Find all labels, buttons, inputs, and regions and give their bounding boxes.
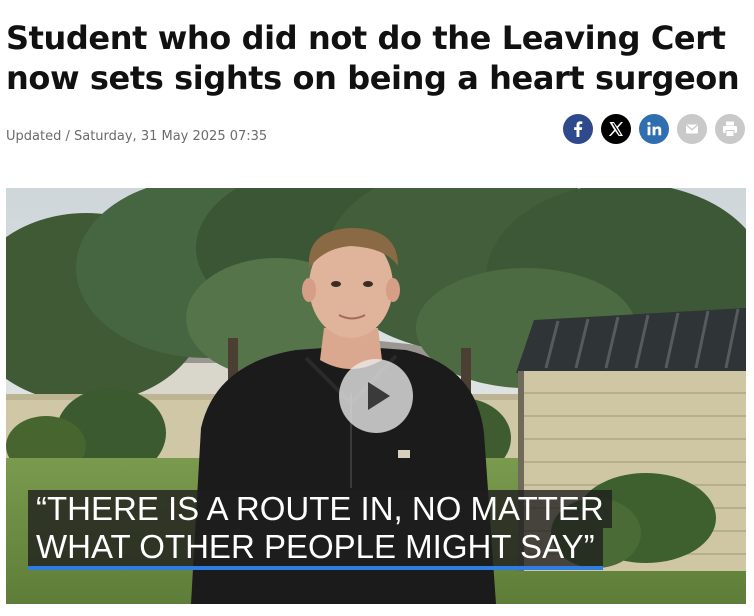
print-icon [723, 121, 737, 137]
share-bar [563, 114, 745, 144]
linkedin-icon [647, 122, 662, 136]
x-icon [608, 122, 623, 136]
facebook-icon [574, 121, 583, 137]
updated-timestamp: Updated / Saturday, 31 May 2025 07:35 [6, 129, 268, 144]
play-icon [368, 382, 390, 410]
article-headline: Student who did not do the Leaving Cert … [6, 19, 740, 97]
caption-line-1: “THERE IS A ROUTE IN, NO MATTER [28, 490, 612, 528]
share-x-button[interactable] [601, 114, 631, 144]
share-linkedin-button[interactable] [639, 114, 669, 144]
caption-line-2: WHAT OTHER PEOPLE MIGHT SAY” [28, 528, 603, 570]
share-print-button[interactable] [715, 114, 745, 144]
article-meta: Updated / Saturday, 31 May 2025 07:35 [6, 114, 746, 156]
video-player[interactable]: “THERE IS A ROUTE IN, NO MATTER WHAT OTH… [6, 188, 746, 604]
video-caption: “THERE IS A ROUTE IN, NO MATTER WHAT OTH… [28, 490, 612, 570]
play-button[interactable] [339, 359, 413, 433]
share-facebook-button[interactable] [563, 114, 593, 144]
share-email-button[interactable] [677, 114, 707, 144]
email-icon [685, 124, 699, 134]
